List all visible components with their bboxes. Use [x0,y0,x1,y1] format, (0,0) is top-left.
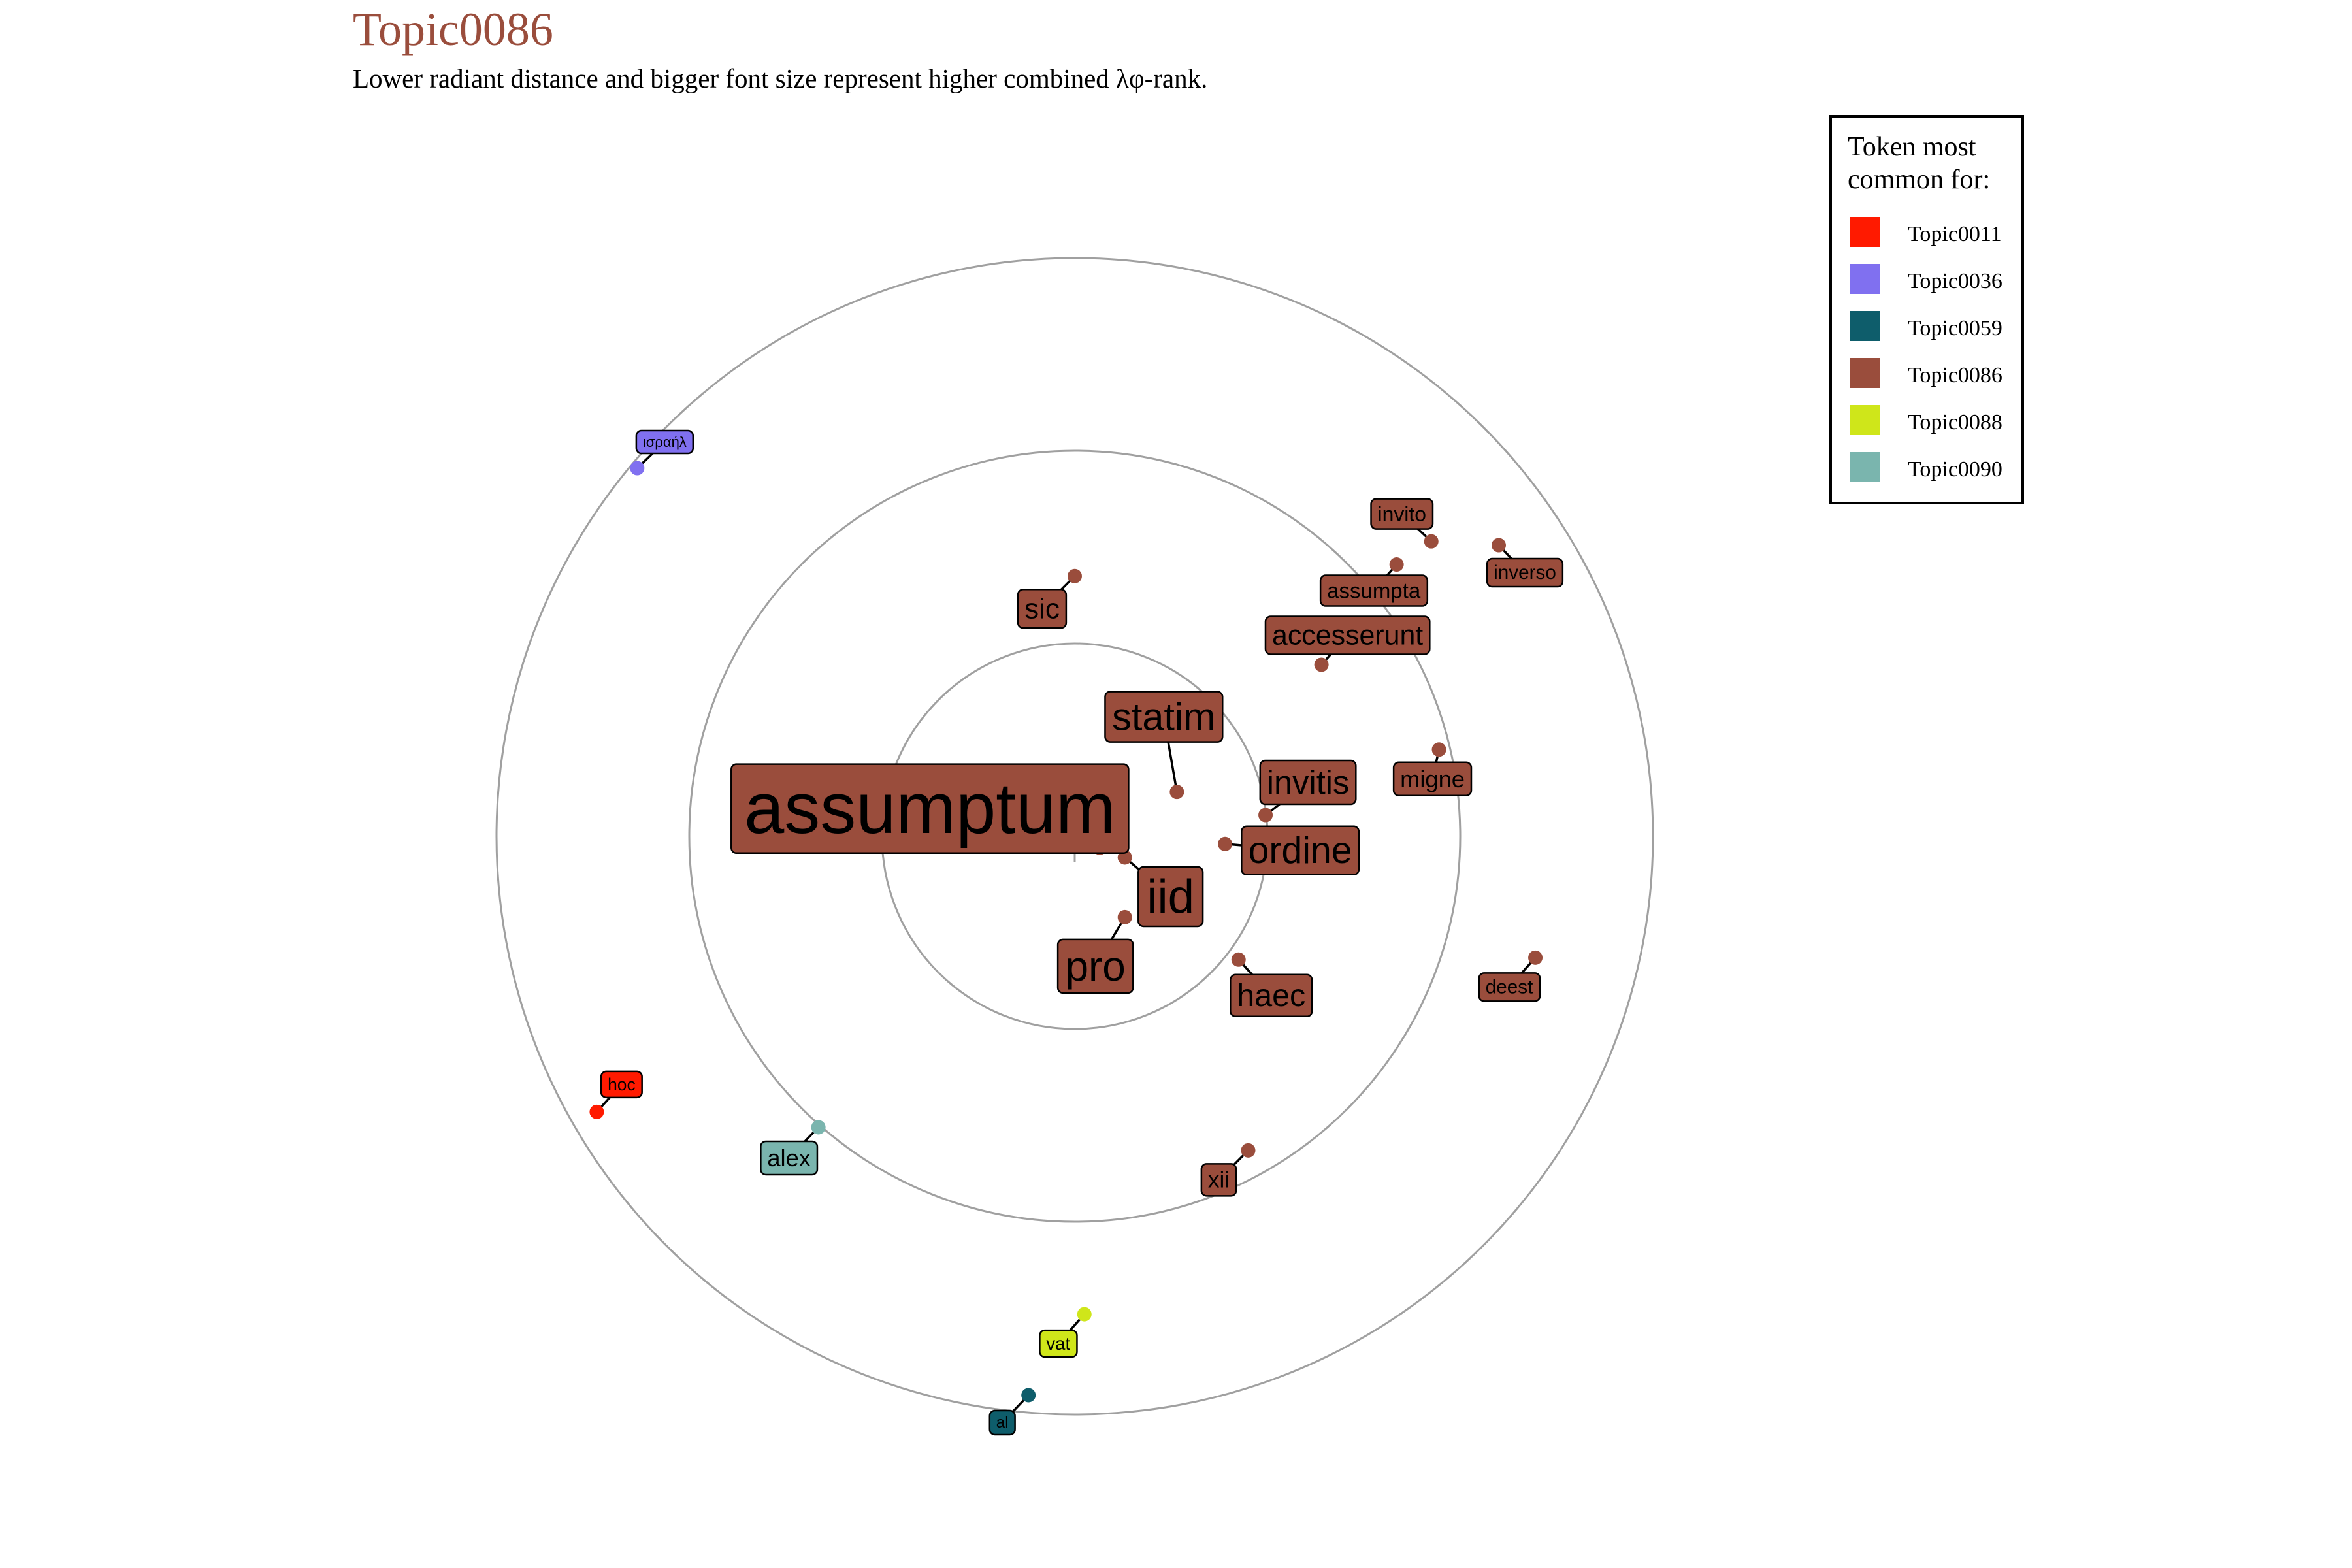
token-label-group: ισραήλ [635,429,694,455]
token-ordine: ordine [1218,825,1360,876]
token-assumpta: assumpta [1319,557,1429,607]
token-assumptum: assumptum [730,763,1130,855]
token-point [811,1120,826,1135]
legend-label: Topic0088 [1908,410,2002,434]
token-invito: invito [1370,498,1439,549]
token-label: sic [1024,593,1060,625]
token-point [1314,657,1329,672]
token-label-group: invito [1370,498,1434,530]
token-label: migne [1400,766,1465,792]
token-label-group: al [988,1409,1016,1436]
token-label-group: vat [1039,1329,1078,1358]
token-label: assumpta [1327,579,1421,603]
token-label-group: statim [1104,691,1224,743]
token-haec: haec [1230,952,1313,1018]
legend-label: Topic0090 [1908,457,2002,482]
token-point [1424,534,1439,549]
token-label-group: deest [1478,972,1541,1002]
token-label-group: alex [760,1140,819,1176]
token-sic: sic [1017,568,1082,629]
token-label-group: accesserunt [1264,615,1431,655]
token-label-group: inverso [1486,557,1564,588]
token-label: vat [1046,1333,1070,1354]
token-label: assumptum [744,768,1116,849]
token-al: al [988,1388,1036,1436]
token-point [1389,557,1404,572]
token-label-group: assumpta [1319,574,1429,607]
token-label: pro [1066,943,1126,990]
token-label: accesserunt [1272,619,1423,651]
token-point [1492,538,1506,553]
token-label: alex [767,1145,811,1171]
token-point [1431,742,1446,757]
token-label: statim [1112,695,1215,739]
legend-title: Token most common for: [1848,132,1991,195]
token-deest: deest [1478,950,1543,1002]
token-point [1077,1307,1092,1322]
token-point [1169,785,1184,800]
token-label-group: pro [1056,938,1134,994]
token-label: hoc [608,1075,636,1094]
token-label-group: hoc [600,1070,643,1099]
token-label: al [996,1414,1009,1431]
token-label: deest [1486,976,1533,998]
token-label-group: xii [1200,1163,1237,1197]
token-label-group: sic [1017,589,1068,629]
legend: Token most common for: Topic0011 Topic003… [1829,115,2024,504]
token-point [1258,808,1273,823]
token-accesserunt: accesserunt [1264,615,1431,672]
token-label: invitis [1267,764,1350,801]
legend-label: Topic0036 [1908,269,2002,293]
legend-swatch [1850,264,1880,294]
token-migne: migne [1392,742,1473,796]
token-hoc: hoc [589,1070,643,1119]
token-label: ισραήλ [643,434,687,450]
legend-label: Topic0086 [1908,363,2002,387]
token-inverso: inverso [1486,538,1564,588]
token-label: haec [1237,978,1305,1013]
token-point [1068,568,1082,583]
token-invitis: invitis [1258,759,1357,823]
legend-label: Topic0011 [1908,222,2002,246]
token-vat: vat [1039,1307,1092,1358]
token-point [589,1104,604,1119]
token-pro: pro [1056,909,1134,994]
token-point [630,461,645,476]
legend-label: Topic0059 [1908,316,2002,340]
token-label-group: haec [1230,973,1313,1018]
token-label: xii [1208,1167,1230,1192]
token-label-group: ordine [1241,825,1360,876]
token-alex: alex [760,1120,826,1176]
token-label-group: migne [1392,761,1473,796]
token-label-group: assumptum [730,763,1130,855]
token-label: inverso [1494,562,1556,583]
legend-swatch [1850,358,1880,388]
legend-swatch [1850,405,1880,435]
token-label: invito [1378,502,1426,526]
token-label-group: iid [1137,866,1204,928]
token-xii: xii [1200,1143,1256,1197]
token-point [1241,1143,1256,1158]
token-ισραήλ: ισραήλ [630,429,694,476]
legend-swatch [1850,217,1880,247]
token-point [1117,909,1132,924]
token-label: iid [1147,870,1194,923]
token-point [1021,1388,1036,1403]
token-point [1528,950,1543,965]
token-label: ordine [1249,830,1352,872]
legend-swatch [1850,311,1880,341]
token-point [1231,952,1246,967]
legend-swatch [1850,452,1880,482]
token-label-group: invitis [1259,759,1357,806]
token-point [1218,836,1233,851]
